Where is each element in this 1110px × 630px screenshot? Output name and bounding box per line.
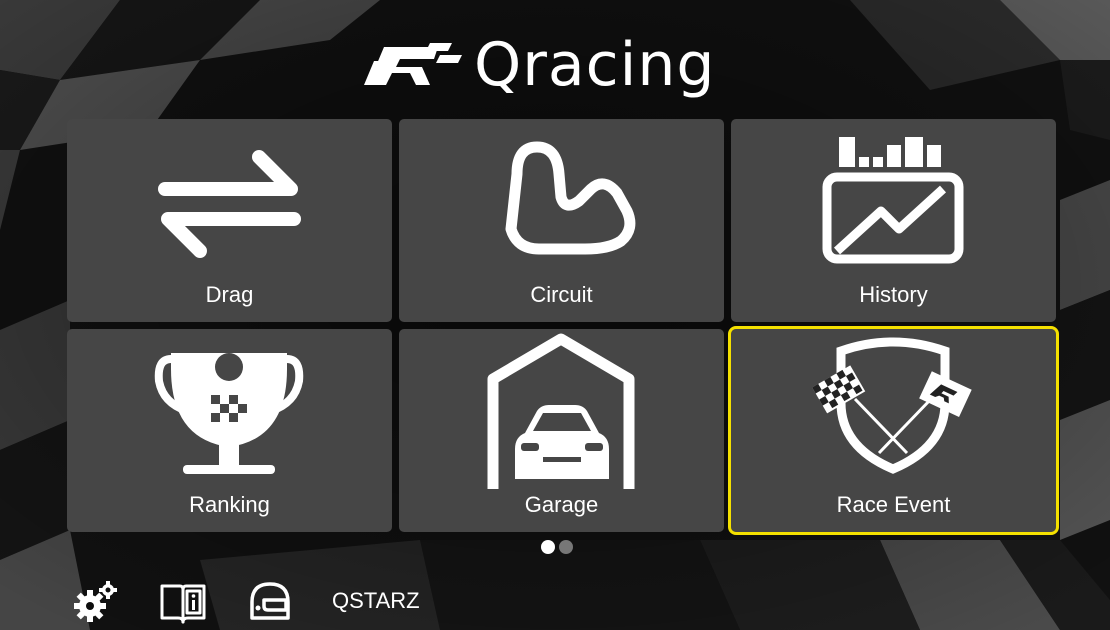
tile-label: Garage <box>524 492 599 517</box>
page-dot-1[interactable] <box>541 540 555 554</box>
gears-icon[interactable] <box>72 578 122 626</box>
tile-garage[interactable]: Garage <box>399 329 724 532</box>
history-chart-icon <box>822 137 964 264</box>
tile-label: Drag <box>205 282 254 307</box>
manual-book-icon[interactable] <box>158 578 208 626</box>
qracing-logo-mark-icon <box>364 43 462 85</box>
tile-circuit[interactable]: Circuit <box>399 119 724 322</box>
helmet-icon[interactable] <box>244 578 294 626</box>
app-logo: Qracing <box>360 30 800 100</box>
tile-label: Circuit <box>530 282 593 307</box>
checkered-flags-shield-icon <box>812 337 972 474</box>
tile-label: History <box>859 282 928 307</box>
tile-history[interactable]: History <box>731 119 1056 322</box>
trophy-icon <box>154 353 304 474</box>
tile-label: Race Event <box>836 492 951 517</box>
garage-car-icon <box>487 333 635 489</box>
tile-race-event[interactable]: Race Event <box>728 326 1059 535</box>
brand-name: QSTARZ <box>332 588 420 613</box>
tile-label: Ranking <box>189 492 270 517</box>
drag-arrows-icon <box>158 150 301 258</box>
page-indicator <box>541 540 573 554</box>
page-dot-2[interactable] <box>559 540 573 554</box>
tile-ranking[interactable]: Ranking <box>67 329 392 532</box>
circuit-track-icon <box>505 141 636 255</box>
tile-drag[interactable]: Drag <box>67 119 392 322</box>
app-logo-text: Qracing <box>474 30 716 100</box>
